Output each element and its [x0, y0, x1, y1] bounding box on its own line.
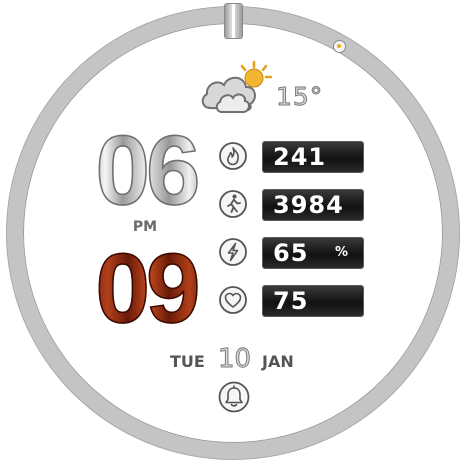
- battery-value: 65: [273, 239, 309, 267]
- lightning-bolt-icon[interactable]: [218, 237, 248, 267]
- heart-rate-value: 75: [273, 287, 309, 315]
- bezel-indicator-dot: [333, 40, 346, 53]
- calories-display[interactable]: 241: [263, 142, 363, 172]
- day-number: 10: [217, 344, 252, 375]
- steps-display[interactable]: 3984: [263, 190, 363, 220]
- steps-value: 3984: [273, 191, 344, 219]
- partly-cloudy-icon: [201, 60, 273, 113]
- alarm-bell-icon[interactable]: [217, 380, 251, 414]
- month-text: JAN: [262, 352, 294, 371]
- weekday-text: TUE: [170, 352, 205, 371]
- calories-flame-icon[interactable]: [218, 141, 248, 171]
- weather-widget[interactable]: [198, 60, 276, 116]
- date-display[interactable]: TUE 10 JAN: [160, 342, 310, 376]
- walking-person-icon[interactable]: [218, 189, 248, 219]
- battery-display[interactable]: 65 %: [263, 238, 363, 268]
- battery-unit: %: [335, 245, 349, 260]
- heart-rate-display[interactable]: 75: [263, 286, 363, 316]
- minute-digits: 09: [82, 237, 210, 339]
- crown-button[interactable]: [225, 4, 242, 38]
- hour-digits: 06: [82, 119, 210, 221]
- temperature-text: 15°: [275, 82, 324, 112]
- calories-value: 241: [273, 143, 327, 171]
- heart-icon[interactable]: [218, 285, 248, 315]
